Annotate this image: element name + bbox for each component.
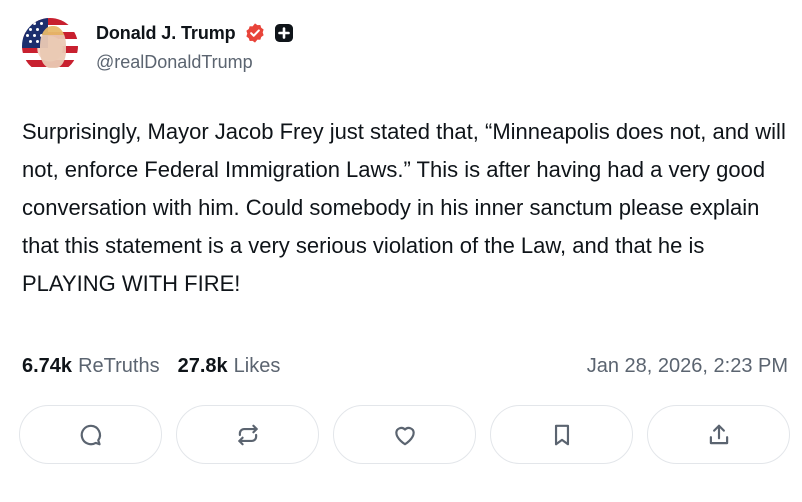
plus-badge-icon [274,23,294,43]
retruths-label[interactable]: ReTruths [78,355,160,378]
retruth-button[interactable] [176,405,319,464]
heart-icon [394,426,415,445]
bookmark-icon [554,424,569,445]
reply-button[interactable] [19,405,162,464]
avatar-face [40,26,66,68]
like-button[interactable] [333,405,476,464]
post-actions [19,405,790,464]
avatar[interactable] [22,18,78,74]
truth-post: Donald J. Trump @realDonaldTrump Surpris… [0,0,802,502]
author-display-name[interactable]: Donald J. Trump [96,23,236,44]
post-body: Surprisingly, Mayor Jacob Frey just stat… [22,119,786,296]
author-name-row: Donald J. Trump [96,22,294,44]
share-icon [709,424,728,444]
likes-label[interactable]: Likes [234,355,281,378]
likes-count[interactable]: 27.8k [178,355,228,378]
retruths-count[interactable]: 6.74k [22,355,72,378]
share-button[interactable] [647,405,790,464]
post-timestamp[interactable]: Jan 28, 2026, 2:23 PM [587,355,788,378]
comment-icon [80,424,101,445]
verified-icon [244,22,266,44]
author-handle[interactable]: @realDonaldTrump [96,52,253,73]
post-stats: 6.74k ReTruths 27.8k Likes [22,355,298,378]
bookmark-button[interactable] [490,405,633,464]
repost-icon [237,424,258,445]
